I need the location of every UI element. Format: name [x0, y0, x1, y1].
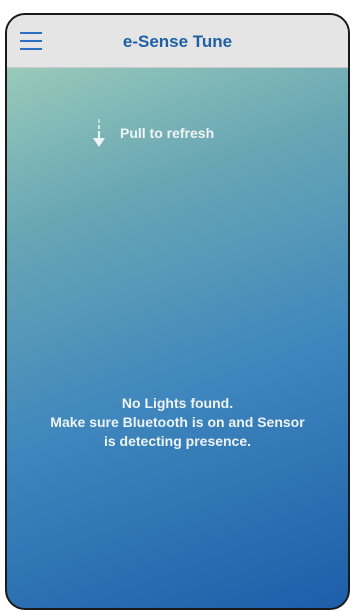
menu-button[interactable] — [20, 30, 44, 52]
page-title: e-Sense Tune — [122, 32, 233, 51]
app-screen: e-Sense Tune Pull to refresh No Lights f… — [5, 13, 350, 610]
empty-state-message: No Lights found. Make sure Bluetooth is … — [7, 394, 348, 451]
pull-to-refresh-text: Pull to refresh — [120, 125, 215, 141]
pull-to-refresh-hint: Pull to refresh — [92, 119, 214, 149]
hamburger-menu-icon — [20, 32, 42, 50]
empty-state-line-2: Make sure Bluetooth is on and Sensor — [50, 414, 305, 430]
empty-state-line-1: No Lights found. — [121, 395, 234, 411]
arrow-down-icon — [93, 119, 105, 147]
app-header: e-Sense Tune — [7, 15, 348, 68]
empty-state-line-3: is detecting presence. — [103, 433, 252, 449]
